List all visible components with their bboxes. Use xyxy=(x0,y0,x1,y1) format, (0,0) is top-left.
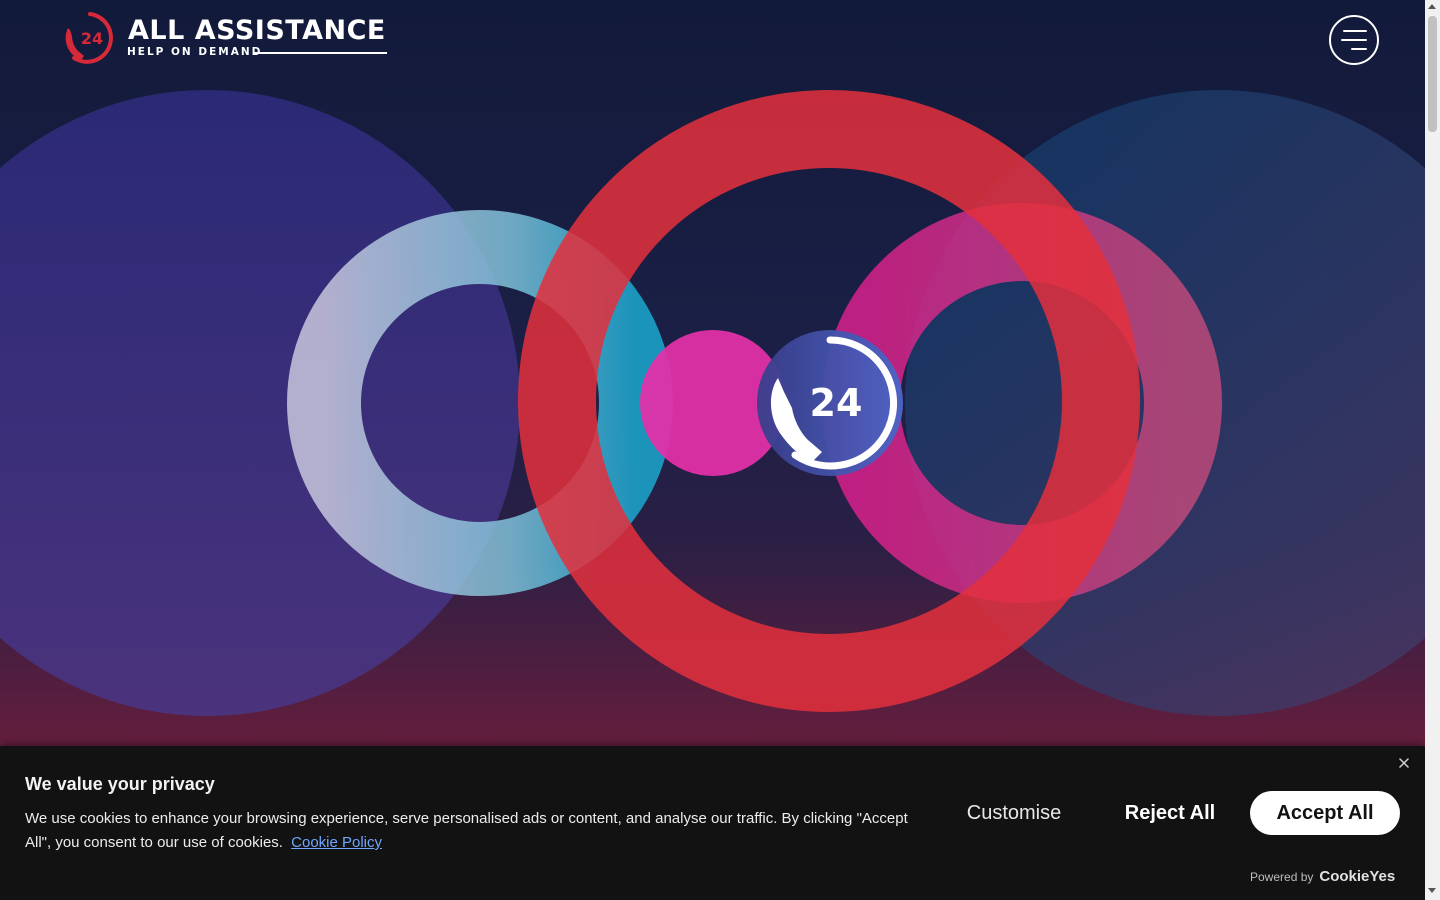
page-viewport: 24 24 ALL ASSISTANCE HELP ON DEMAND We v… xyxy=(0,0,1425,900)
reject-all-button[interactable]: Reject All xyxy=(1108,791,1232,835)
page-scrollbar[interactable] xyxy=(1425,0,1440,900)
brand-name: ALL ASSISTANCE xyxy=(128,15,386,46)
cookie-banner-text: We use cookies to enhance your browsing … xyxy=(25,807,925,855)
close-icon[interactable] xyxy=(1396,755,1412,771)
logo-phone-icon: 24 xyxy=(65,12,113,64)
customise-button[interactable]: Customise xyxy=(950,791,1078,835)
scrollbar-thumb[interactable] xyxy=(1428,16,1437,132)
scroll-up-arrow-icon[interactable] xyxy=(1428,4,1436,9)
menu-line-middle xyxy=(1341,39,1367,41)
hamburger-menu-button[interactable] xyxy=(1329,15,1379,65)
powered-by: Powered by CookieYes xyxy=(1250,868,1395,885)
brand-tagline: HELP ON DEMAND xyxy=(127,46,263,58)
menu-line-top xyxy=(1343,30,1367,32)
center-badge-number: 24 xyxy=(810,381,863,425)
cookieyes-logo[interactable]: CookieYes xyxy=(1319,868,1395,885)
brand-logo[interactable]: 24 ALL ASSISTANCE HELP ON DEMAND xyxy=(62,10,392,68)
cookie-policy-link[interactable]: Cookie Policy xyxy=(291,834,382,851)
scroll-down-arrow-icon[interactable] xyxy=(1428,888,1436,893)
tagline-underline xyxy=(254,52,387,54)
cookie-banner-title: We value your privacy xyxy=(25,774,215,794)
cookie-banner-body: We use cookies to enhance your browsing … xyxy=(25,810,908,851)
accept-all-button[interactable]: Accept All xyxy=(1250,791,1400,835)
powered-by-label: Powered by xyxy=(1250,870,1314,884)
purple-disc xyxy=(0,90,520,716)
cookie-consent-banner: We value your privacy We use cookies to … xyxy=(0,746,1425,900)
site-header: 24 ALL ASSISTANCE HELP ON DEMAND xyxy=(0,0,1425,85)
logo-badge-number: 24 xyxy=(81,29,103,48)
menu-line-bottom xyxy=(1351,48,1367,50)
